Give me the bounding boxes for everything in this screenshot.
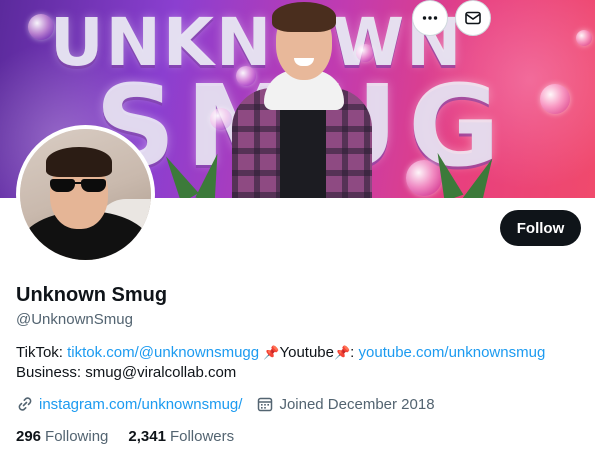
link-icon [18, 397, 32, 411]
follow-stats: 296 Following 2,341 Followers [16, 428, 234, 445]
followers-label: Followers [169, 428, 235, 445]
more-options-button[interactable] [412, 0, 448, 36]
profile-bio: TikTok: tiktok.com/@unknownsmugg 📌Youtub… [16, 343, 588, 383]
calendar-icon [258, 397, 273, 412]
joined-item: Joined December 2018 [256, 395, 435, 413]
pushpin-icon: 📌 [263, 345, 280, 360]
mail-icon [465, 11, 481, 25]
bio-business-line: Business: smug@viralcollab.com [16, 364, 237, 381]
following-count: 296 [16, 428, 42, 445]
username-handle: @UnknownSmug [16, 311, 133, 328]
bubble-decoration [28, 14, 54, 40]
display-name: Unknown Smug [16, 284, 168, 306]
more-horizontal-icon [422, 16, 438, 20]
profile-meta: instagram.com/unknownsmug/ Joined Decemb… [16, 394, 435, 414]
youtube-link[interactable]: youtube.com/unknownsmug [359, 344, 546, 361]
website-link[interactable]: instagram.com/unknownsmug/ [39, 396, 242, 413]
followers-count: 2,341 [128, 428, 166, 445]
pushpin-icon: 📌 [333, 345, 351, 360]
bubble-decoration [210, 108, 232, 130]
bio-colon: : [350, 344, 359, 361]
bubble-decoration [576, 30, 592, 46]
profile-avatar[interactable] [16, 125, 155, 264]
joined-date: Joined December 2018 [279, 395, 435, 413]
banner-person [232, 0, 372, 198]
message-button[interactable] [455, 0, 491, 36]
tiktok-link[interactable]: tiktok.com/@unknownsmugg [67, 344, 259, 361]
website-item: instagram.com/unknownsmug/ [16, 395, 242, 413]
following-label: Following [45, 428, 109, 445]
bio-line-1: TikTok: tiktok.com/@unknownsmugg 📌Youtub… [16, 343, 588, 363]
bubble-decoration [540, 84, 570, 114]
follow-button[interactable]: Follow [500, 210, 581, 246]
bio-youtube-label: Youtube [279, 344, 334, 361]
bio-tiktok-label: TikTok: [16, 344, 68, 361]
followers-link[interactable]: 2,341 Followers [128, 428, 234, 445]
following-link[interactable]: 296 Following [16, 428, 108, 445]
